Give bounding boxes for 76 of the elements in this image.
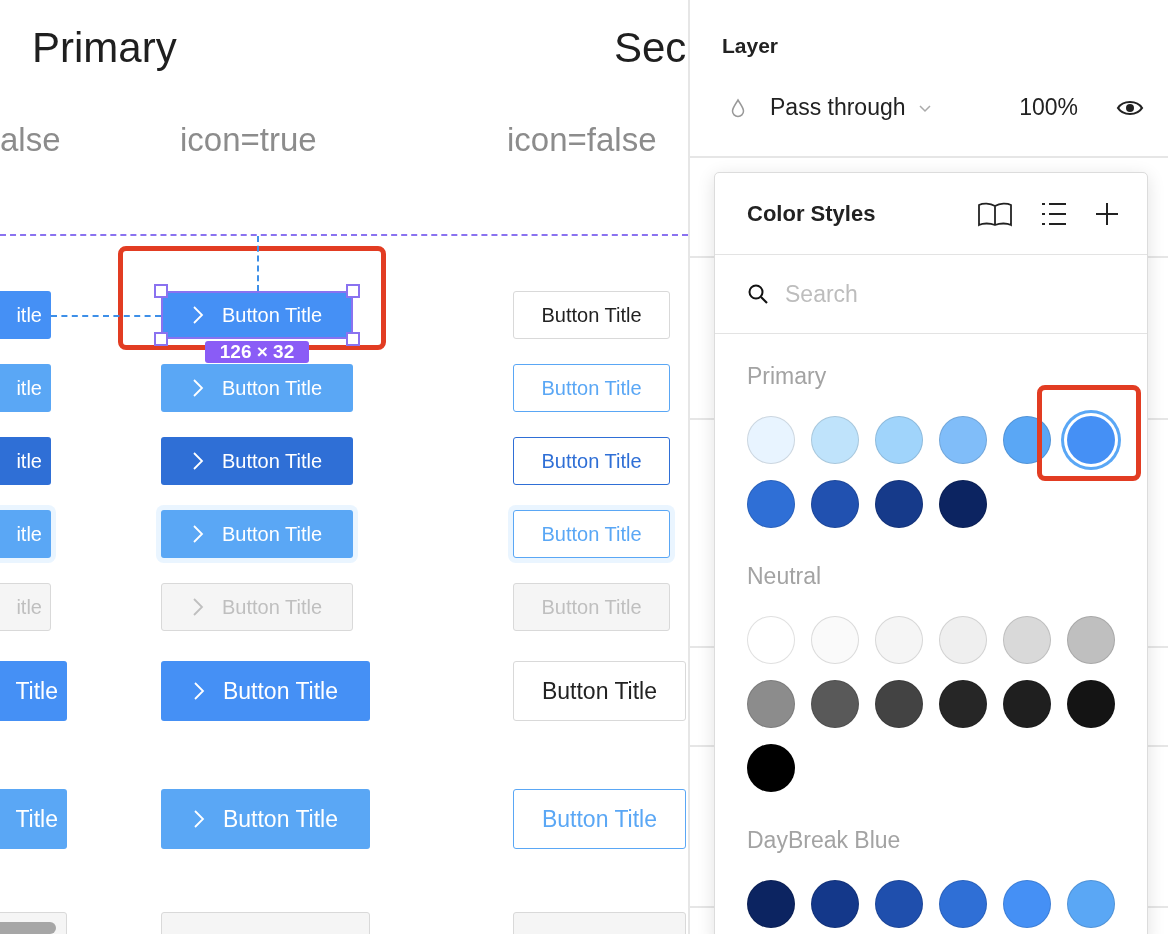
color-swatch[interactable]	[939, 416, 987, 464]
color-swatch[interactable]	[939, 616, 987, 664]
size-label: 126 × 32	[205, 341, 309, 363]
color-swatch[interactable]	[811, 680, 859, 728]
resize-handle[interactable]	[346, 332, 360, 346]
color-swatch[interactable]	[811, 616, 859, 664]
button[interactable]: Button Title	[513, 437, 670, 485]
chevron-icon	[191, 378, 204, 398]
blend-mode-dropdown[interactable]: Pass through	[770, 94, 932, 121]
color-swatch[interactable]	[875, 416, 923, 464]
color-swatch[interactable]	[747, 880, 795, 928]
button[interactable]: Button Title	[513, 661, 686, 721]
section-title: Layer	[722, 34, 780, 58]
button[interactable]: Title	[0, 789, 67, 849]
list-icon[interactable]	[1041, 201, 1067, 226]
color-swatch[interactable]	[875, 616, 923, 664]
group-label: DayBreak Blue	[747, 826, 902, 854]
color-swatch[interactable]	[811, 416, 859, 464]
column-header: icon=false	[507, 121, 657, 159]
button[interactable]: Button Title	[161, 437, 353, 485]
color-swatch[interactable]	[747, 416, 795, 464]
button[interactable]: itle	[0, 364, 51, 412]
button[interactable]: Button Title	[161, 789, 370, 849]
color-swatch[interactable]	[939, 480, 987, 528]
chevron-icon	[192, 681, 205, 701]
resize-handle[interactable]	[346, 284, 360, 298]
button[interactable]: itle	[0, 437, 51, 485]
column-header: alse	[0, 121, 61, 159]
color-swatch[interactable]	[875, 480, 923, 528]
button[interactable]: itle	[0, 291, 51, 339]
drop-icon	[730, 97, 746, 118]
color-swatch[interactable]	[1003, 880, 1051, 928]
resize-handle[interactable]	[154, 284, 168, 298]
button[interactable]: Button Title	[513, 364, 670, 412]
color-swatch[interactable]	[747, 616, 795, 664]
popup-title: Color Styles	[747, 200, 876, 227]
resize-handle[interactable]	[154, 332, 168, 346]
frame-title: Sec	[614, 24, 687, 72]
chevron-icon	[191, 597, 204, 617]
button[interactable]: Button Title	[161, 291, 353, 339]
opacity-field[interactable]: 100%	[1019, 94, 1078, 121]
color-swatch[interactable]	[747, 680, 795, 728]
eye-icon[interactable]	[1116, 98, 1144, 117]
color-swatch[interactable]	[875, 880, 923, 928]
color-swatch[interactable]	[1003, 680, 1051, 728]
color-swatch[interactable]	[1003, 616, 1051, 664]
color-swatch[interactable]	[747, 744, 795, 792]
color-swatch[interactable]	[939, 680, 987, 728]
column-header: icon=true	[180, 121, 317, 159]
button[interactable]: Button Title	[161, 364, 353, 412]
button[interactable]: Button Title	[513, 291, 670, 339]
button[interactable]: Button Title	[161, 661, 370, 721]
color-swatch[interactable]	[747, 480, 795, 528]
color-swatch[interactable]	[811, 480, 859, 528]
chevron-icon	[191, 451, 204, 471]
color-swatch[interactable]	[1067, 616, 1115, 664]
color-swatch[interactable]	[875, 680, 923, 728]
color-swatch[interactable]	[939, 880, 987, 928]
button[interactable]: Button Title	[513, 789, 686, 849]
color-swatch[interactable]	[1067, 880, 1115, 928]
scrollbar[interactable]	[0, 922, 56, 934]
button[interactable]: Title	[0, 661, 67, 721]
book-icon[interactable]	[977, 200, 1013, 227]
chevron-down-icon	[917, 102, 932, 113]
search-field[interactable]: Search	[785, 277, 1085, 311]
color-swatch[interactable]	[811, 880, 859, 928]
color-swatch[interactable]	[1067, 680, 1115, 728]
frame-title: Primary	[32, 24, 177, 72]
measure-line	[257, 236, 259, 291]
group-label: Primary	[747, 362, 828, 390]
search-icon	[747, 283, 769, 305]
plus-icon[interactable]	[1095, 201, 1119, 226]
group-label: Neutral	[747, 562, 823, 590]
chevron-icon	[191, 524, 204, 544]
chevron-icon	[191, 305, 204, 325]
chevron-icon	[192, 809, 205, 829]
